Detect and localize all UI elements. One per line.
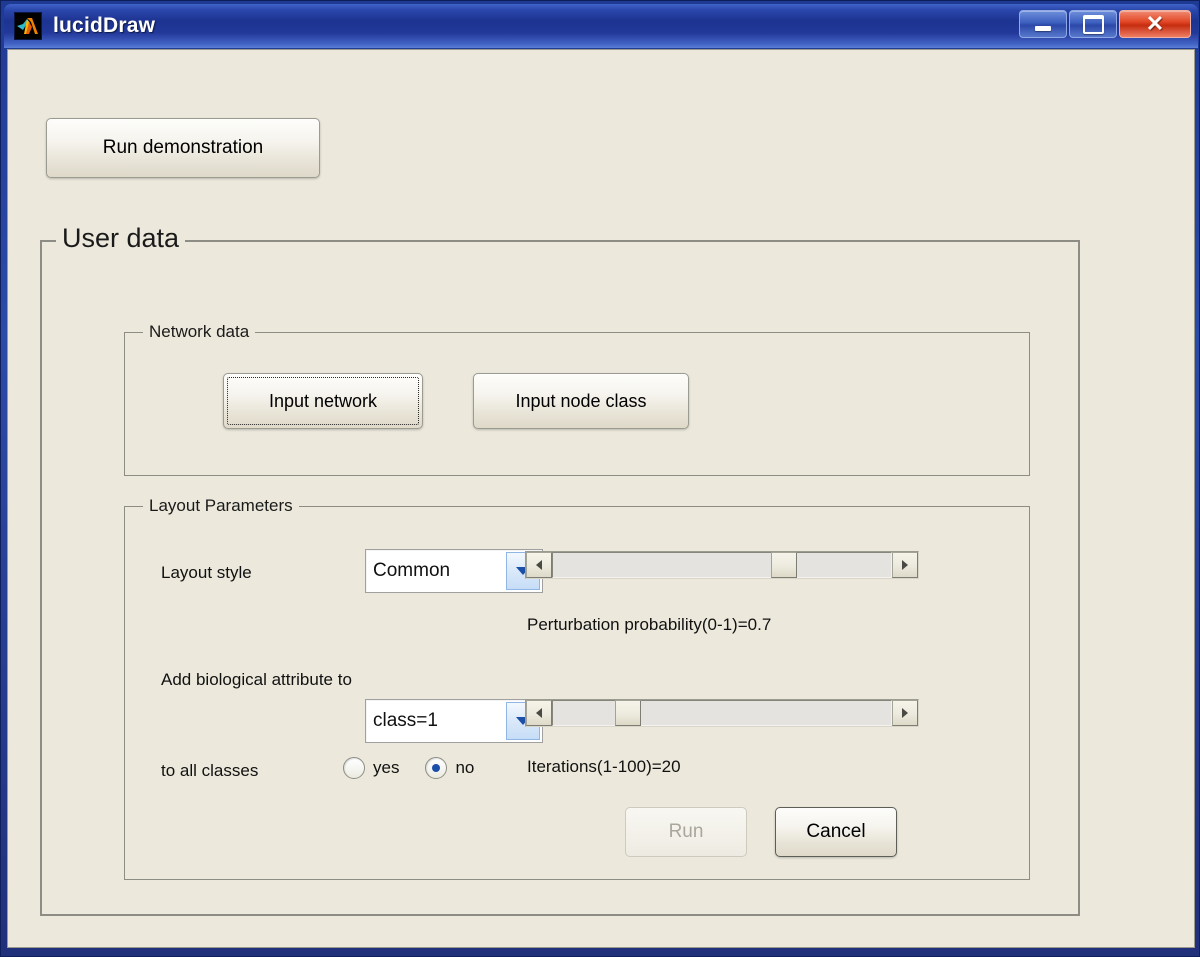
layout-parameters-panel: Layout Parameters Layout style Common Pe…: [124, 496, 1030, 880]
maximize-icon: [1082, 14, 1104, 34]
network-data-panel: Network data Input network Input node cl…: [124, 322, 1030, 476]
slider-right-arrow-icon[interactable]: [892, 700, 918, 726]
maximize-button[interactable]: [1069, 10, 1117, 38]
client-area: Run demonstration User data Network data…: [7, 49, 1195, 948]
radio-yes-label: yes: [373, 758, 400, 777]
iterations-slider-track[interactable]: [552, 700, 892, 726]
cancel-label: Cancel: [806, 821, 866, 842]
input-node-class-label: Input node class: [515, 390, 647, 411]
all-classes-radio-group: yes no: [343, 757, 500, 779]
input-node-class-button[interactable]: Input node class: [473, 373, 689, 429]
close-icon: ✕: [1145, 11, 1165, 36]
title-bar[interactable]: lucidDraw ✕: [4, 4, 1198, 48]
perturbation-slider-track[interactable]: [552, 552, 892, 578]
iterations-caption: Iterations(1-100)=20: [527, 757, 681, 776]
layout-style-label: Layout style: [161, 563, 252, 582]
radio-selected-dot: [432, 764, 441, 772]
slider-left-arrow-icon[interactable]: [526, 700, 552, 726]
network-data-panel-title: Network data: [143, 322, 256, 342]
minimize-button[interactable]: [1019, 10, 1067, 38]
radio-no-indicator[interactable]: [425, 757, 448, 779]
run-demonstration-label: Run demonstration: [102, 137, 264, 158]
application-window: lucidDraw ✕ Run demonstration User data …: [0, 0, 1200, 957]
radio-yes-indicator[interactable]: [343, 757, 365, 779]
run-demonstration-button[interactable]: Run demonstration: [46, 118, 320, 178]
layout-parameters-panel-title: Layout Parameters: [143, 496, 299, 516]
radio-yes[interactable]: yes: [343, 757, 399, 779]
user-data-panel-title: User data: [56, 223, 186, 254]
input-network-label: Input network: [268, 390, 378, 411]
class-select-value: class=1: [373, 710, 438, 731]
slider-right-arrow-icon[interactable]: [892, 552, 918, 578]
radio-no-label: no: [455, 758, 475, 777]
biological-attribute-label: Add biological attribute to: [161, 670, 352, 689]
matlab-icon: [14, 12, 42, 40]
radio-no[interactable]: no: [425, 757, 474, 779]
run-button[interactable]: Run: [625, 807, 747, 857]
iterations-slider-thumb[interactable]: [615, 700, 642, 726]
input-network-button[interactable]: Input network: [223, 373, 423, 429]
run-label: Run: [668, 821, 704, 842]
perturbation-slider-thumb[interactable]: [771, 552, 798, 578]
window-controls: ✕: [1019, 10, 1191, 38]
cancel-button[interactable]: Cancel: [775, 807, 897, 857]
all-classes-label: to all classes: [161, 761, 259, 780]
minimize-icon: [1035, 26, 1051, 31]
slider-left-arrow-icon[interactable]: [526, 552, 552, 578]
close-button[interactable]: ✕: [1119, 10, 1191, 38]
class-select[interactable]: class=1: [365, 699, 543, 743]
layout-style-value: Common: [373, 560, 451, 581]
perturbation-slider[interactable]: [525, 551, 919, 579]
window-title: lucidDraw: [53, 14, 156, 37]
user-data-panel: User data Network data Input network Inp…: [40, 223, 1080, 916]
iterations-slider[interactable]: [525, 699, 919, 727]
perturbation-caption: Perturbation probability(0-1)=0.7: [527, 615, 772, 634]
layout-style-select[interactable]: Common: [365, 549, 543, 593]
